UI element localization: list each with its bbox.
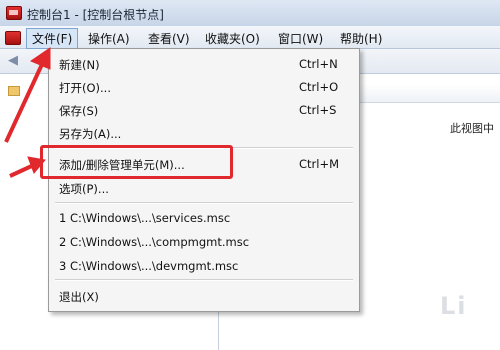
menu-item-recent-3[interactable]: 3 C:\Windows\...\devmgmt.msc [49,255,359,277]
menu-separator [55,202,353,204]
menu-item-shortcut: Ctrl+M [299,157,340,171]
menu-item-label: 保存(S) [59,104,99,118]
menu-view[interactable]: 查看(V) [148,30,190,47]
menu-item-label: 新建(N) [59,58,100,72]
menu-item-label: 1 C:\Windows\...\services.msc [59,211,231,225]
menu-item-open[interactable]: 打开(O)... Ctrl+O [49,76,359,98]
menu-item-label: 打开(O)... [59,81,111,95]
back-arrow-icon[interactable]: ◀ [8,53,18,68]
results-pane-message: 此视图中 [450,122,494,135]
folder-icon[interactable] [8,86,20,96]
menu-window[interactable]: 窗口(W) [278,30,323,47]
menu-favorites[interactable]: 收藏夹(O) [205,30,260,47]
menu-item-shortcut: Ctrl+N [299,57,338,71]
file-menu-dropdown: 新建(N) Ctrl+N 打开(O)... Ctrl+O 保存(S) Ctrl+… [48,48,360,312]
menu-item-shortcut: Ctrl+S [299,103,337,117]
menu-action[interactable]: 操作(A) [88,30,130,47]
menu-item-recent-1[interactable]: 1 C:\Windows\...\services.msc [49,207,359,229]
menu-item-new[interactable]: 新建(N) Ctrl+N [49,53,359,75]
menu-item-label: 退出(X) [59,290,99,304]
annotation-highlight-box [40,145,233,179]
window-title: 控制台1 - [控制台根节点] [27,8,164,22]
menu-separator [55,279,353,281]
menu-item-recent-2[interactable]: 2 C:\Windows\...\compmgmt.msc [49,231,359,253]
menu-item-shortcut: Ctrl+O [299,80,339,94]
menu-item-save[interactable]: 保存(S) Ctrl+S [49,99,359,121]
menu-item-exit[interactable]: 退出(X) [49,285,359,307]
watermark: Li [440,292,468,320]
menu-item-label: 另存为(A)... [59,127,122,141]
menu-bar: 文件(F) 操作(A) 查看(V) 收藏夹(O) 窗口(W) 帮助(H) [0,26,500,49]
menu-item-label: 选项(P)... [59,182,109,196]
console-system-menu-icon[interactable] [5,31,21,45]
menu-item-options[interactable]: 选项(P)... [49,177,359,199]
menu-help[interactable]: 帮助(H) [340,30,382,47]
menu-item-label: 3 C:\Windows\...\devmgmt.msc [59,259,239,273]
menu-item-label: 2 C:\Windows\...\compmgmt.msc [59,235,250,249]
menu-item-save-as[interactable]: 另存为(A)... [49,122,359,144]
mmc-app-icon[interactable] [6,6,22,20]
title-bar: 控制台1 - [控制台根节点] [0,0,500,27]
menu-file[interactable]: 文件(F) [26,28,79,49]
